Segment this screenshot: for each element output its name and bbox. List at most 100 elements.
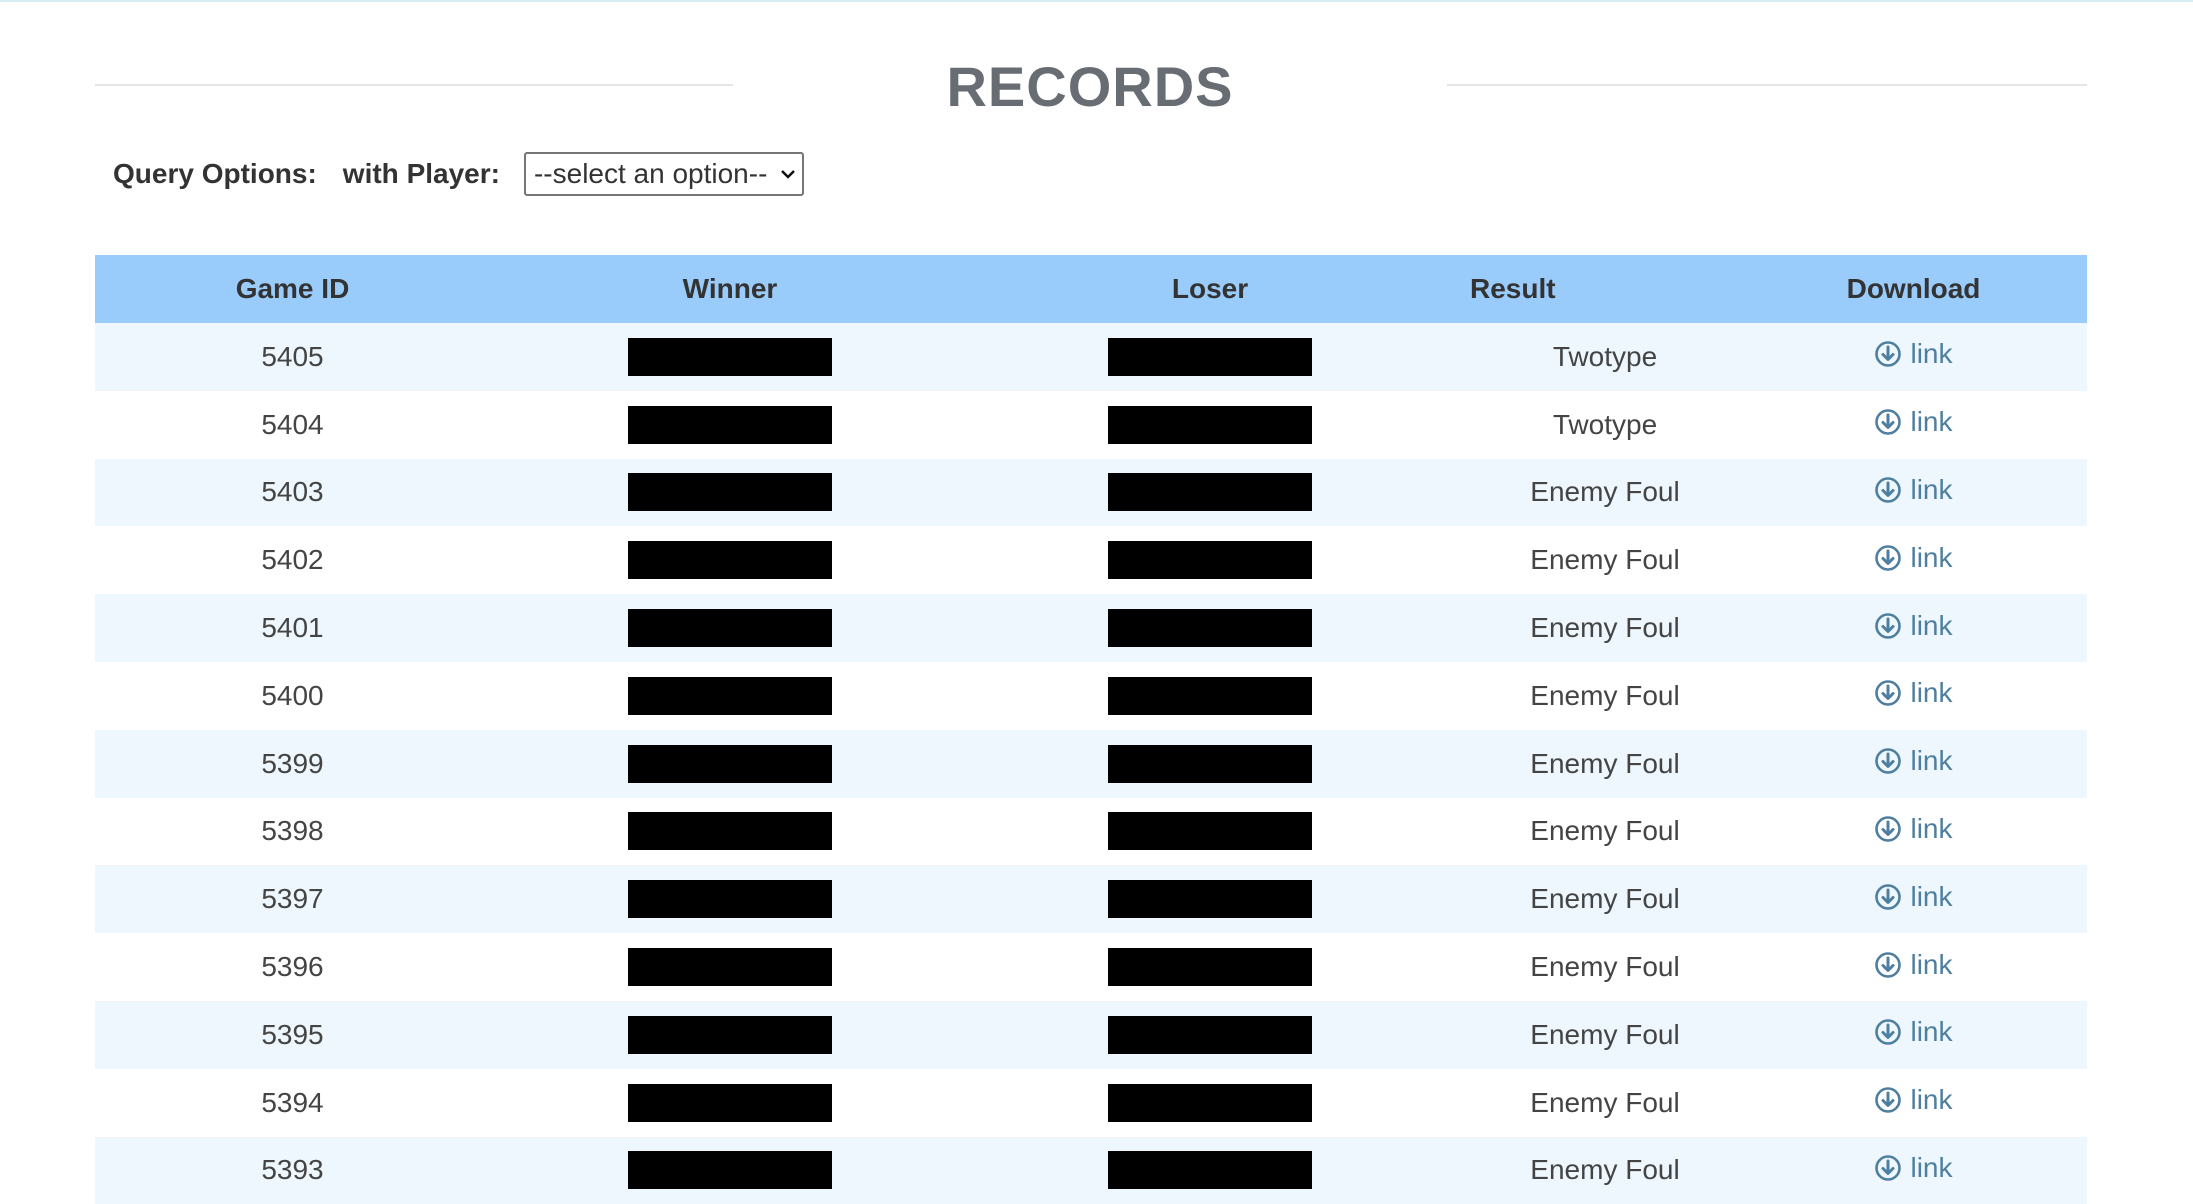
- table-row: 5398 Enemy Foul link: [95, 797, 2087, 866]
- download-link[interactable]: link: [1874, 474, 1953, 506]
- download-link[interactable]: link: [1874, 1152, 1953, 1184]
- result-cell: Enemy Foul: [1450, 933, 1740, 1001]
- game-id-cell: 5405: [95, 323, 490, 391]
- winner-cell: [490, 1136, 970, 1204]
- redacted-loser: [1108, 812, 1312, 851]
- query-options-label: Query Options:: [113, 158, 317, 189]
- table-body: 5405 Twotype link 5404 Twotype link 5403 Enemy …: [95, 323, 2087, 1204]
- redacted-loser: [1108, 473, 1312, 512]
- table-row: 5404 Twotype link: [95, 390, 2087, 459]
- redacted-loser: [1108, 541, 1312, 580]
- download-cell: link: [1740, 390, 2087, 459]
- winner-cell: [490, 390, 970, 459]
- download-link[interactable]: link: [1874, 745, 1953, 777]
- redacted-loser: [1108, 1015, 1312, 1054]
- redacted-winner: [628, 676, 832, 715]
- game-id-cell: 5403: [95, 458, 490, 527]
- game-id-cell: 5402: [95, 526, 490, 595]
- download-link[interactable]: link: [1874, 406, 1953, 438]
- title-divider-right: [1447, 84, 2087, 86]
- redacted-loser: [1108, 1151, 1312, 1190]
- download-link[interactable]: link: [1874, 881, 1953, 913]
- redacted-loser: [1108, 1083, 1312, 1122]
- table-row: 5395 Enemy Foul link: [95, 1000, 2087, 1069]
- result-cell: Enemy Foul: [1450, 865, 1740, 934]
- download-link[interactable]: link: [1874, 610, 1953, 642]
- redacted-winner: [628, 541, 832, 580]
- result-cell: Enemy Foul: [1450, 1136, 1740, 1204]
- result-cell: Enemy Foul: [1450, 594, 1740, 662]
- download-link[interactable]: link: [1874, 1084, 1953, 1116]
- download-circle-icon: [1874, 476, 1910, 504]
- download-circle-icon: [1874, 408, 1910, 436]
- result-cell: Twotype: [1450, 390, 1740, 459]
- table-row: 5401 Enemy Foul link: [95, 594, 2087, 662]
- game-id-cell: 5393: [95, 1136, 490, 1204]
- winner-cell: [490, 729, 970, 798]
- redacted-winner: [628, 337, 832, 376]
- winner-cell: [490, 933, 970, 1001]
- download-link-label: link: [1910, 541, 1953, 573]
- download-cell: link: [1740, 594, 2087, 662]
- column-header-game-id: Game ID: [95, 255, 490, 323]
- download-link[interactable]: link: [1874, 677, 1953, 709]
- download-circle-icon: [1874, 747, 1910, 775]
- download-cell: link: [1740, 661, 2087, 730]
- loser-cell: [970, 1000, 1450, 1069]
- download-cell: link: [1740, 323, 2087, 391]
- query-options: Query Options: with Player: --select an …: [113, 150, 804, 198]
- redacted-loser: [1108, 609, 1312, 648]
- loser-cell: [970, 390, 1450, 459]
- download-circle-icon: [1874, 1086, 1910, 1114]
- download-link[interactable]: link: [1874, 949, 1953, 981]
- loser-cell: [970, 526, 1450, 595]
- game-id-cell: 5404: [95, 390, 490, 459]
- table-row: 5403 Enemy Foul link: [95, 458, 2087, 527]
- player-select[interactable]: --select an option--: [523, 152, 804, 196]
- result-cell: Enemy Foul: [1450, 526, 1740, 595]
- redacted-loser: [1108, 948, 1312, 987]
- loser-cell: [970, 594, 1450, 662]
- result-cell: Enemy Foul: [1450, 1000, 1740, 1069]
- download-circle-icon: [1874, 679, 1910, 707]
- winner-cell: [490, 865, 970, 934]
- winner-cell: [490, 1068, 970, 1137]
- download-cell: link: [1740, 1136, 2087, 1204]
- redacted-winner: [628, 880, 832, 919]
- redacted-winner: [628, 405, 832, 444]
- download-link-label: link: [1910, 338, 1953, 370]
- download-cell: link: [1740, 1068, 2087, 1137]
- download-link-label: link: [1910, 1084, 1953, 1116]
- download-link-label: link: [1910, 1016, 1953, 1048]
- loser-cell: [970, 729, 1450, 798]
- download-cell: link: [1740, 797, 2087, 866]
- download-circle-icon: [1874, 544, 1910, 572]
- winner-cell: [490, 1000, 970, 1069]
- game-id-cell: 5399: [95, 729, 490, 798]
- download-link[interactable]: link: [1874, 541, 1953, 574]
- loser-cell: [970, 933, 1450, 1001]
- redacted-loser: [1108, 880, 1312, 919]
- loser-cell: [970, 797, 1450, 866]
- title-divider-left: [95, 84, 733, 86]
- download-link[interactable]: link: [1874, 1016, 1953, 1048]
- records-page: RECORDS Query Options: with Player: --se…: [95, 0, 2087, 1204]
- download-link[interactable]: link: [1874, 338, 1953, 370]
- download-circle-icon: [1874, 883, 1910, 911]
- redacted-loser: [1108, 744, 1312, 783]
- game-id-cell: 5397: [95, 865, 490, 934]
- records-table: Game ID Winner Loser Result Download 540…: [95, 255, 2087, 1204]
- table-row: 5400 Enemy Foul link: [95, 661, 2087, 730]
- result-cell: Enemy Foul: [1450, 729, 1740, 798]
- title-row: RECORDS: [95, 50, 2087, 124]
- redacted-winner: [628, 744, 832, 783]
- download-cell: link: [1740, 1000, 2087, 1069]
- table-row: 5405 Twotype link: [95, 323, 2087, 391]
- download-circle-icon: [1874, 1018, 1910, 1046]
- loser-cell: [970, 865, 1450, 934]
- loser-cell: [970, 1136, 1450, 1204]
- column-header-result: Result: [1450, 255, 1740, 323]
- download-cell: link: [1740, 933, 2087, 1001]
- download-link[interactable]: link: [1874, 813, 1953, 845]
- download-cell: link: [1740, 865, 2087, 934]
